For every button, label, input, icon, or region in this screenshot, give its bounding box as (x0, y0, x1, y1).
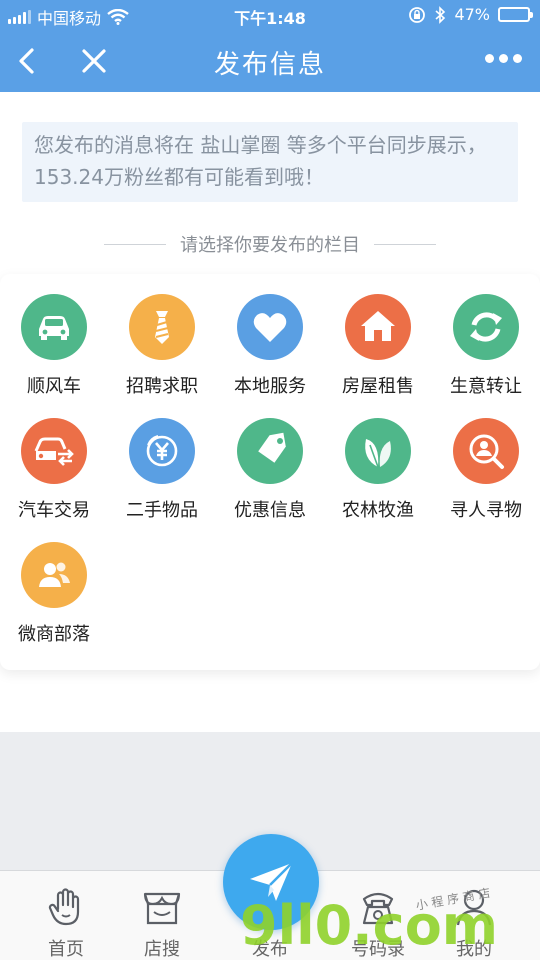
publish-button[interactable] (223, 834, 319, 930)
tab-label: 号码录 (351, 939, 405, 960)
category-grid: 顺风车 招聘求职 本地服务 房屋租售 生意转让汽车交易 二手物品 优惠信息 农林牧渔 寻人寻物微… (0, 294, 540, 646)
tab-label: 店搜 (144, 939, 180, 960)
tab-label: 首页 (48, 939, 84, 960)
paper-plane-icon (250, 862, 293, 901)
category-item[interactable]: 寻人寻物 (432, 418, 540, 522)
hand-icon (48, 888, 80, 926)
refresh-icon (453, 294, 519, 360)
category-label: 微商部落 (18, 624, 90, 645)
people-icon (21, 542, 87, 608)
battery-icon (498, 7, 533, 22)
more-icon[interactable] (485, 54, 522, 63)
category-item[interactable]: 汽车交易 (0, 418, 108, 522)
car-icon (21, 294, 87, 360)
status-bar: 中国移动 下午1:48 47% (0, 0, 540, 30)
category-item[interactable]: 房屋租售 (324, 294, 432, 398)
category-item[interactable]: 本地服务 (216, 294, 324, 398)
tab-home[interactable]: 首页 (12, 871, 120, 960)
category-item[interactable]: 生意转让 (432, 294, 540, 398)
category-label: 招聘求职 (126, 376, 198, 397)
tab-label: 我的 (456, 939, 492, 960)
status-right: 47% (408, 5, 533, 24)
section-heading-text: 请选择你要发布的栏目 (180, 235, 360, 256)
category-label: 汽车交易 (18, 500, 90, 521)
category-label: 寻人寻物 (450, 500, 522, 521)
category-label: 房屋租售 (342, 376, 414, 397)
heart-icon (237, 294, 303, 360)
user-icon (456, 889, 492, 926)
sync-notice: 您发布的消息将在 盐山掌圈 等多个平台同步展示，153.24万粉丝都有可能看到哦… (22, 122, 518, 202)
category-item[interactable]: 微商部落 (0, 542, 108, 646)
main-content: 您发布的消息将在 盐山掌圈 等多个平台同步展示，153.24万粉丝都有可能看到哦… (0, 92, 540, 732)
yuan-icon (129, 418, 195, 484)
tab-label: 发布 (252, 939, 288, 960)
category-label: 生意转让 (450, 376, 522, 397)
tie-icon (129, 294, 195, 360)
category-item[interactable]: 招聘求职 (108, 294, 216, 398)
rotation-lock-icon (409, 6, 426, 23)
page-title: 发布信息 (213, 50, 326, 80)
divider-left (104, 243, 166, 245)
car-trade-icon (21, 418, 87, 484)
section-heading: 请选择你要发布的栏目 (0, 228, 540, 260)
category-label: 本地服务 (234, 376, 306, 397)
category-item[interactable]: 农林牧渔 (324, 418, 432, 522)
divider-right (374, 243, 436, 245)
tab-mine[interactable]: 我的 (420, 871, 528, 960)
tab-shop-search[interactable]: 店搜 (108, 871, 216, 960)
bluetooth-icon (435, 5, 446, 24)
category-item[interactable]: 优惠信息 (216, 418, 324, 522)
category-item[interactable]: 顺风车 (0, 294, 108, 398)
search-person-icon (453, 418, 519, 484)
category-label: 农林牧渔 (342, 500, 414, 521)
house-icon (345, 294, 411, 360)
tab-directory[interactable]: 号码录 (324, 871, 432, 960)
tag-icon (237, 418, 303, 484)
category-item[interactable]: 二手物品 (108, 418, 216, 522)
category-card: 顺风车 招聘求职 本地服务 房屋租售 生意转让汽车交易 二手物品 优惠信息 农林牧渔 寻人寻物微… (0, 274, 540, 670)
leaf-icon (345, 418, 411, 484)
nav-bar: 发布信息 (0, 30, 540, 92)
battery-percent: 47% (454, 5, 490, 24)
category-label: 顺风车 (27, 376, 81, 397)
phone-icon (362, 892, 394, 925)
category-label: 二手物品 (126, 500, 198, 521)
shop-icon (143, 892, 181, 925)
category-label: 优惠信息 (234, 500, 306, 521)
